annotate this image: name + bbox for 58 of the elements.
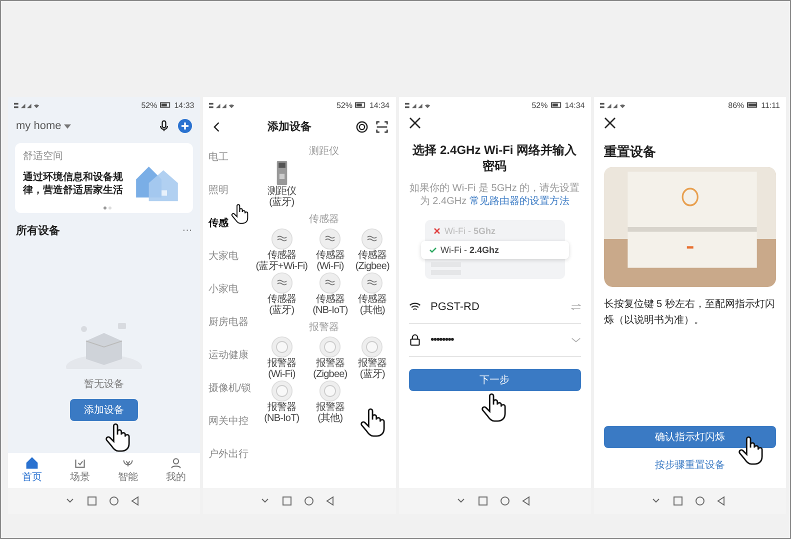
device-item[interactable]: 传感器 (NB-IoT) [309, 272, 352, 316]
password-field[interactable]: •••••••• [408, 324, 581, 358]
device-item[interactable]: 测距仪 (蓝牙) [254, 160, 310, 208]
section-title: 传感器 [308, 212, 340, 226]
category-item[interactable]: 厨房电器 [208, 315, 254, 329]
status-time: 14:34 [564, 100, 585, 110]
category-item[interactable]: 户外出行 [208, 447, 254, 461]
battery-level: 86% [728, 100, 744, 110]
battery-level: 52% [336, 100, 352, 110]
category-item[interactable]: 运动健康 [208, 348, 254, 362]
device-item[interactable]: 传感器 (Wi-Fi) [309, 228, 352, 272]
battery-level: 52% [532, 100, 548, 110]
instruction-text: 长按复位键 5 秒左右，至配网指示灯闪烁（以说明书为准）。 [604, 298, 776, 328]
category-item[interactable]: 小家电 [208, 282, 254, 296]
banner-text: 通过环境信息和设备规律，营造舒适居家生活 [23, 171, 123, 197]
tab[interactable]: 我的 [152, 457, 200, 484]
router-settings-link[interactable]: 常见路由器的设置方法 [469, 196, 570, 208]
banner-label: 舒适空间 [23, 150, 64, 163]
tab[interactable]: 智能 [104, 457, 152, 484]
category-item[interactable]: 照明 [208, 183, 254, 197]
empty-message: 暂无设备 [84, 378, 124, 391]
wifi-network-row: Wi-Fi - 2.4Ghz [420, 241, 569, 260]
device-item[interactable]: 报警器 (NB-IoT) [254, 380, 310, 424]
page-title: 选择 2.4GHz Wi-Fi 网络并输入密码 [412, 143, 578, 174]
category-item[interactable]: 网关中控 [208, 414, 254, 428]
banner-card[interactable]: 舒适空间 通过环境信息和设备规律，营造舒适居家生活 [15, 143, 194, 213]
network-field[interactable]: PGST-RD [408, 291, 581, 324]
tab[interactable]: 场景 [56, 457, 104, 484]
device-item[interactable]: 报警器 (Zigbee) [309, 336, 352, 380]
next-button[interactable]: 下一步 [408, 369, 581, 392]
device-item[interactable]: 报警器 (蓝牙) [351, 336, 394, 380]
section-title: 所有设备 [16, 224, 60, 238]
hint-text: 如果你的 Wi-Fi 是 5GHz 的，请先设置为 2.4GHz 常见路由器的设置方法 [408, 182, 581, 208]
status-time: 14:33 [174, 100, 194, 110]
reset-steps-link[interactable]: 按步骤重置设备 [604, 458, 776, 472]
status-time: 14:34 [369, 100, 390, 110]
section-title: 报警器 [308, 320, 340, 334]
confirm-button[interactable]: 确认指示灯闪烁 [604, 426, 776, 448]
home-selector[interactable]: my home [16, 120, 62, 132]
page-title: 添加设备 [266, 120, 312, 134]
more-button[interactable]: ··· [182, 225, 192, 236]
category-item[interactable]: 传感 [208, 216, 254, 230]
device-item[interactable]: 报警器 (Wi-Fi) [254, 336, 310, 380]
add-device-button[interactable]: 添加设备 [70, 399, 138, 421]
category-item[interactable]: 电工 [208, 150, 254, 164]
device-item[interactable]: 传感器 (蓝牙+Wi-Fi) [254, 228, 310, 272]
category-item[interactable]: 摄像机/锁 [208, 381, 254, 395]
device-item[interactable]: 报警器 (其他) [309, 380, 352, 424]
wifi-network-row: Wi-Fi - 5Ghz [430, 224, 559, 238]
status-time: 11:11 [761, 100, 780, 110]
tab[interactable]: 首页 [8, 457, 56, 484]
page-title: 重置设备 [604, 143, 657, 161]
device-item[interactable]: 传感器 (Zigbee) [351, 228, 394, 272]
device-item[interactable]: 传感器 (其他) [351, 272, 394, 316]
section-title: 测距仪 [308, 144, 340, 158]
category-item[interactable]: 大家电 [208, 249, 254, 263]
battery-level: 52% [141, 100, 158, 110]
device-item[interactable]: 传感器 (蓝牙) [254, 272, 310, 316]
